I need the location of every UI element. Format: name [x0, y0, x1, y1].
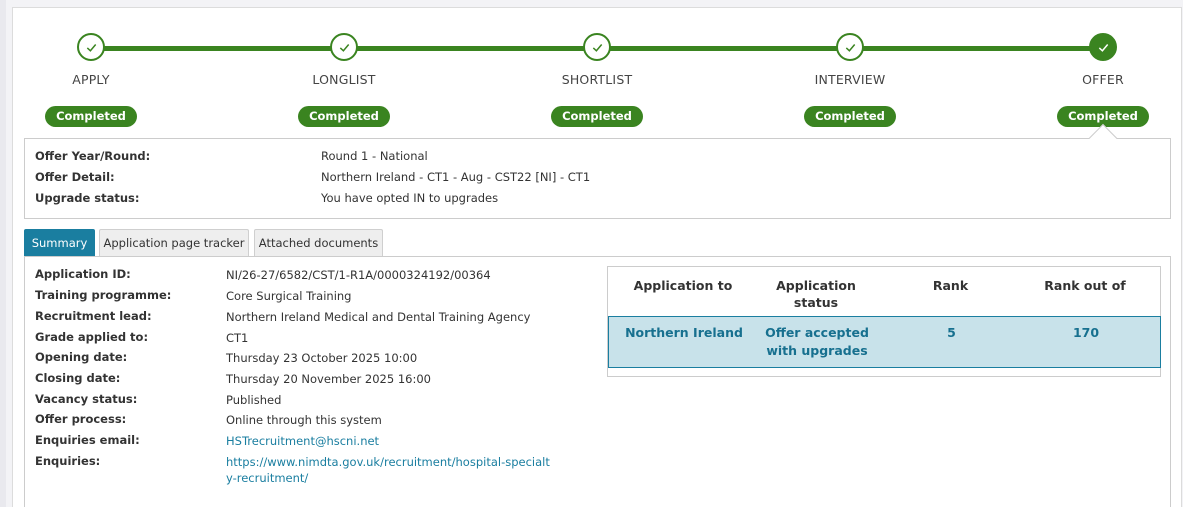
field-label: Recruitment lead:	[35, 309, 152, 323]
field-label: Closing date:	[35, 371, 121, 385]
check-icon	[330, 33, 358, 61]
check-icon	[836, 33, 864, 61]
status-badge: Completed	[804, 106, 896, 127]
table-cell: 170	[1072, 325, 1100, 340]
enquiries-url-link[interactable]: https://www.nimdta.gov.uk/recruitment/ho…	[226, 455, 550, 485]
field-label: Enquiries:	[35, 454, 101, 468]
check-icon	[77, 33, 105, 61]
check-icon	[583, 33, 611, 61]
field-value: HSTrecruitment@hscni.net	[226, 433, 566, 449]
table-cell: Offer accepted with upgrades	[765, 325, 869, 358]
check-icon	[1089, 33, 1117, 61]
page-edge	[0, 0, 6, 507]
step-label: SHORTLIST	[561, 72, 633, 87]
field-label: Grade applied to:	[35, 330, 149, 344]
field-value: Core Surgical Training	[226, 289, 352, 303]
ranking-table: Application to Application status Rank R…	[607, 266, 1161, 377]
step-label: INTERVIEW	[814, 72, 886, 87]
offer-details-box: Offer Year/Round: Round 1 - National Off…	[24, 138, 1171, 219]
field-value: NI/26-27/6582/CST/1-R1A/0000324192/00364	[226, 268, 491, 282]
field-label: Enquiries email:	[35, 433, 140, 447]
step-label: LONGLIST	[312, 72, 376, 87]
field-label: Application ID:	[35, 267, 131, 281]
table-cell: Northern Ireland	[625, 325, 743, 340]
table-cell: 5	[947, 325, 956, 340]
step-label: OFFER	[1082, 72, 1124, 87]
tab-application-page-tracker[interactable]: Application page tracker	[99, 229, 249, 257]
field-value: Northern Ireland - CT1 - Aug - CST22 [NI…	[321, 170, 591, 184]
field-label: Offer process:	[35, 412, 127, 426]
field-label: Vacancy status:	[35, 392, 138, 406]
field-label: Offer Detail:	[35, 170, 115, 184]
column-header: Application to	[633, 278, 733, 293]
enquiries-email-link[interactable]: HSTrecruitment@hscni.net	[226, 434, 379, 448]
tab-summary[interactable]: Summary	[24, 229, 95, 257]
field-label: Upgrade status:	[35, 191, 140, 205]
field-label: Offer Year/Round:	[35, 149, 151, 163]
field-label: Training programme:	[35, 288, 172, 302]
field-value: CT1	[226, 331, 249, 345]
tab-attached-documents[interactable]: Attached documents	[254, 229, 383, 257]
column-header: Rank out of	[1044, 278, 1126, 293]
field-value: Thursday 20 November 2025 16:00	[226, 372, 431, 386]
field-value: Thursday 23 October 2025 10:00	[226, 351, 418, 365]
column-header: Application status	[776, 278, 856, 310]
field-value: Northern Ireland Medical and Dental Trai…	[226, 310, 531, 324]
table-row[interactable]: Northern Ireland Offer accepted with upg…	[608, 316, 1161, 368]
status-badge: Completed	[45, 106, 137, 127]
field-value: You have opted IN to upgrades	[321, 191, 499, 205]
status-badge: Completed	[298, 106, 390, 127]
status-badge: Completed	[551, 106, 643, 127]
field-value: Round 1 - National	[321, 149, 428, 163]
step-label: APPLY	[72, 72, 110, 87]
column-header: Rank	[932, 278, 969, 293]
field-value: Published	[226, 393, 282, 407]
field-value: Online through this system	[226, 413, 382, 427]
field-label: Opening date:	[35, 350, 128, 364]
field-value: https://www.nimdta.gov.uk/recruitment/ho…	[226, 454, 556, 486]
